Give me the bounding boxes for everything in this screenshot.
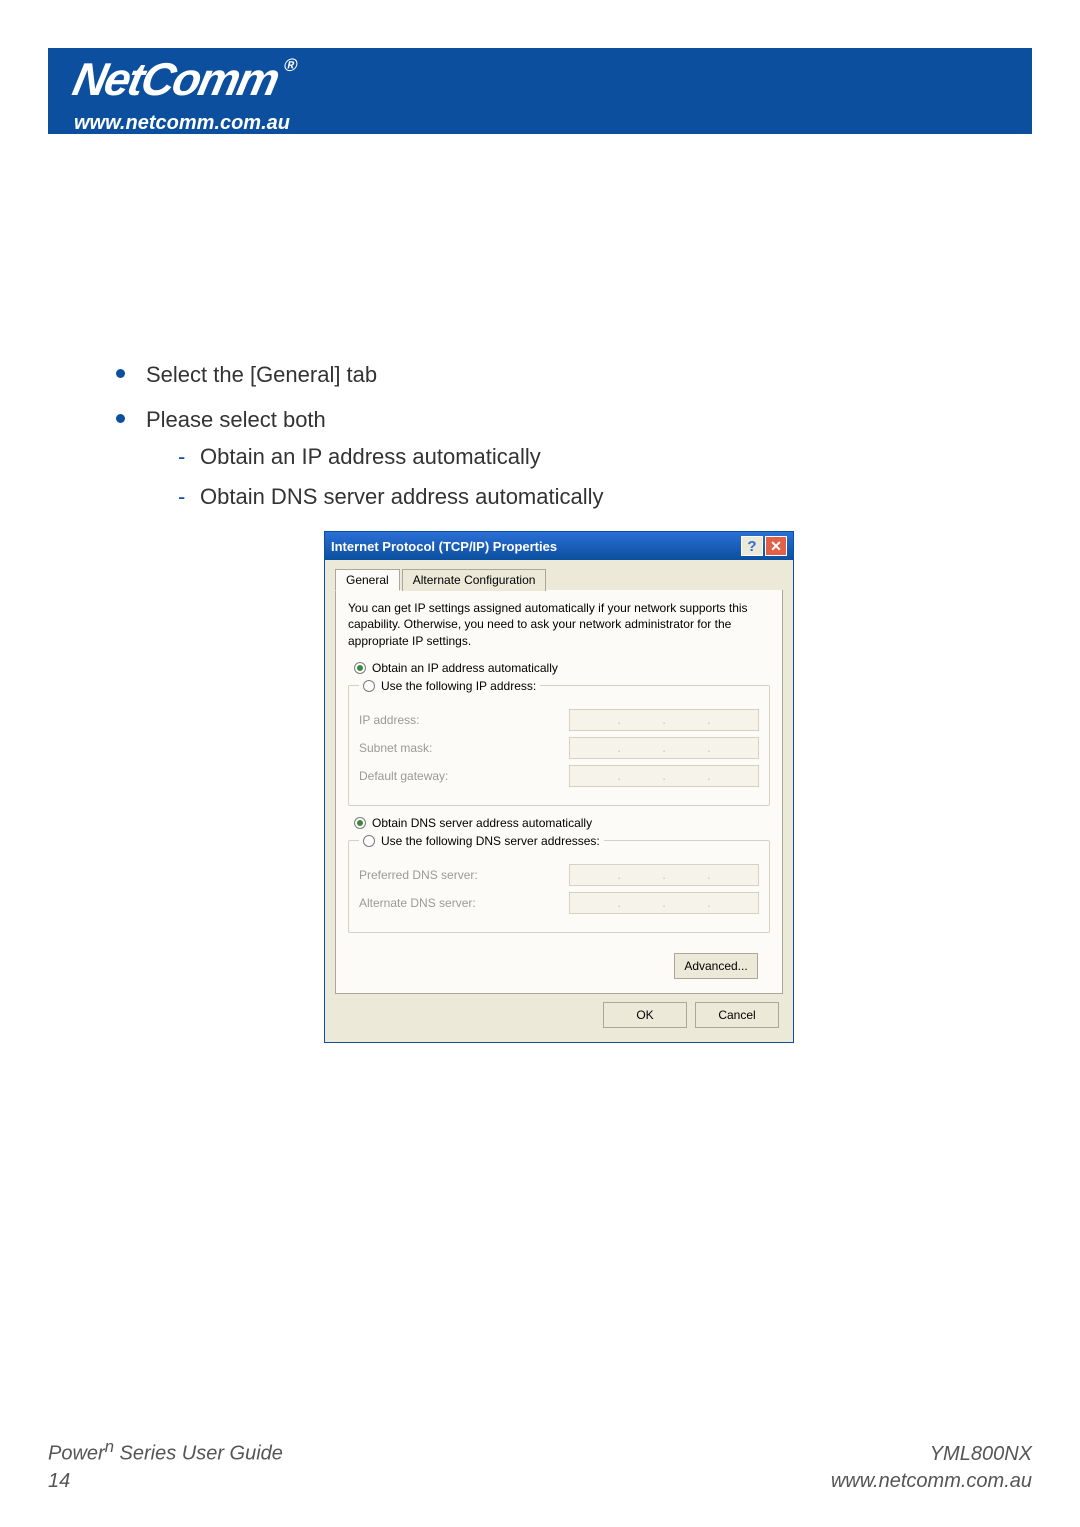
brand-logo: NetComm® — [69, 56, 297, 102]
dns-manual-group: Use the following DNS server addresses: … — [348, 834, 770, 933]
ip-address-input[interactable]: ... — [569, 709, 759, 731]
radio-dns-manual[interactable]: Use the following DNS server addresses: — [363, 834, 600, 848]
dialog-body: General Alternate Configuration You can … — [325, 560, 793, 1042]
series-prefix: Power — [48, 1443, 105, 1465]
advanced-button-label: Advanced... — [684, 959, 747, 973]
bullet-2-text: Please select both — [146, 407, 326, 432]
alternate-dns-label: Alternate DNS server: — [359, 896, 569, 910]
instruction-content: Select the [General] tab Please select b… — [98, 360, 1020, 1043]
tab-alternate-label: Alternate Configuration — [413, 573, 536, 587]
sub-2-text: Obtain DNS server address automatically — [200, 484, 604, 509]
radio-dns-manual-label: Use the following DNS server addresses: — [381, 834, 600, 848]
ip-address-label: IP address: — [359, 713, 569, 727]
advanced-row: Advanced... — [348, 943, 770, 979]
footer-right: YML800NX www.netcomm.com.au — [831, 1441, 1032, 1495]
radio-icon — [363, 680, 375, 692]
default-gateway-input[interactable]: ... — [569, 765, 759, 787]
radio-ip-auto-label: Obtain an IP address automatically — [372, 661, 558, 675]
series-sup: n — [105, 1437, 114, 1456]
radio-icon-checked — [354, 817, 366, 829]
subnet-mask-label: Subnet mask: — [359, 741, 569, 755]
bullet-1: Select the [General] tab — [98, 360, 1020, 391]
radio-icon — [363, 835, 375, 847]
model-number: YML800NX — [831, 1441, 1032, 1468]
dialog-button-row: OK Cancel — [335, 994, 783, 1032]
brand-url: www.netcomm.com.au — [74, 112, 290, 135]
radio-icon-checked — [354, 662, 366, 674]
tcpip-properties-dialog: Internet Protocol (TCP/IP) Properties ? … — [324, 531, 794, 1043]
alternate-dns-row: Alternate DNS server: ... — [359, 892, 759, 914]
footer-left: Powern Series User Guide 14 — [48, 1436, 283, 1495]
preferred-dns-input[interactable]: ... — [569, 864, 759, 886]
dialog-title: Internet Protocol (TCP/IP) Properties — [331, 539, 557, 554]
radio-ip-manual[interactable]: Use the following IP address: — [363, 679, 536, 693]
ok-button[interactable]: OK — [603, 1002, 687, 1028]
footer-url: www.netcomm.com.au — [831, 1468, 1032, 1495]
brand-name: NetComm — [68, 53, 282, 105]
radio-ip-auto[interactable]: Obtain an IP address automatically — [354, 661, 770, 675]
help-icon: ? — [747, 538, 756, 555]
preferred-dns-row: Preferred DNS server: ... — [359, 864, 759, 886]
sub-2: Obtain DNS server address automatically — [168, 482, 1020, 513]
sub-1: Obtain an IP address automatically — [168, 442, 1020, 473]
cancel-button[interactable]: Cancel — [695, 1002, 779, 1028]
radio-dns-auto[interactable]: Obtain DNS server address automatically — [354, 816, 770, 830]
tabstrip: General Alternate Configuration — [335, 568, 783, 591]
tab-alternate[interactable]: Alternate Configuration — [402, 569, 547, 591]
default-gateway-label: Default gateway: — [359, 769, 569, 783]
help-button[interactable]: ? — [741, 536, 763, 556]
radio-dns-auto-label: Obtain DNS server address automatically — [372, 816, 592, 830]
page-number: 14 — [48, 1468, 283, 1495]
cancel-button-label: Cancel — [718, 1008, 755, 1022]
dialog-titlebar: Internet Protocol (TCP/IP) Properties ? … — [325, 532, 793, 560]
advanced-button[interactable]: Advanced... — [674, 953, 758, 979]
tab-general-label: General — [346, 573, 389, 587]
bullet-2: Please select both Obtain an IP address … — [98, 405, 1020, 513]
bullet-1-text: Select the [General] tab — [146, 362, 377, 387]
sub-1-text: Obtain an IP address automatically — [200, 444, 541, 469]
ip-address-row: IP address: ... — [359, 709, 759, 731]
tab-panel-general: You can get IP settings assigned automat… — [335, 590, 783, 994]
ok-button-label: OK — [636, 1008, 653, 1022]
preferred-dns-label: Preferred DNS server: — [359, 868, 569, 882]
radio-ip-manual-label: Use the following IP address: — [381, 679, 536, 693]
close-button[interactable]: ✕ — [765, 536, 787, 556]
subnet-mask-input[interactable]: ... — [569, 737, 759, 759]
subnet-mask-row: Subnet mask: ... — [359, 737, 759, 759]
close-icon: ✕ — [770, 538, 782, 555]
alternate-dns-input[interactable]: ... — [569, 892, 759, 914]
default-gateway-row: Default gateway: ... — [359, 765, 759, 787]
ip-manual-group: Use the following IP address: IP address… — [348, 679, 770, 806]
page-footer: Powern Series User Guide 14 YML800NX www… — [48, 1436, 1032, 1495]
tab-general[interactable]: General — [335, 569, 400, 591]
info-text: You can get IP settings assigned automat… — [348, 600, 770, 649]
series-suffix: Series User Guide — [114, 1443, 283, 1465]
